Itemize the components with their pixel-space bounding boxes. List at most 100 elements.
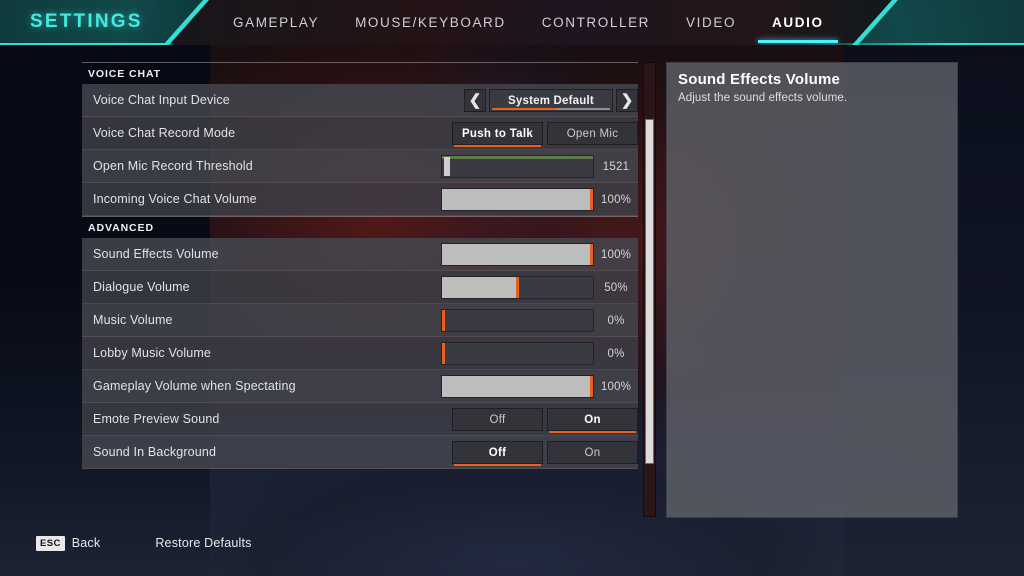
mic-level-meter	[442, 156, 593, 159]
tab-gameplay[interactable]: GAMEPLAY	[215, 0, 337, 45]
slider-track[interactable]	[441, 375, 594, 398]
slider-handle[interactable]	[442, 343, 445, 364]
section-title: ADVANCED	[88, 221, 154, 234]
info-description: Adjust the sound effects volume.	[678, 92, 848, 104]
section-header: VOICE CHAT	[82, 62, 638, 84]
tab-mouse-keyboard[interactable]: MOUSE/KEYBOARD	[337, 0, 524, 45]
volume-slider[interactable]: 100%	[441, 238, 638, 271]
setting-row[interactable]: Music Volume 0%	[82, 304, 638, 337]
slider-fill	[442, 277, 518, 298]
restore-defaults-button[interactable]: Restore Defaults	[155, 536, 251, 550]
setting-label: Incoming Voice Chat Volume	[93, 192, 257, 206]
setting-control: Push to Talk Open Mic	[452, 117, 638, 150]
setting-label: Sound Effects Volume	[93, 247, 219, 261]
setting-control: 100%	[441, 238, 638, 271]
footer-bar: ESC Back Restore Defaults	[0, 532, 1024, 554]
info-title: Sound Effects Volume	[678, 71, 841, 88]
setting-row[interactable]: Sound In Background Off On	[82, 436, 638, 469]
toggle-option[interactable]: Push to Talk	[452, 122, 543, 147]
section-header: ADVANCED	[82, 216, 638, 238]
setting-label: Sound In Background	[93, 445, 217, 459]
back-button[interactable]: ESC Back	[36, 535, 100, 551]
tab-video[interactable]: VIDEO	[668, 0, 754, 45]
slider-fill	[442, 376, 593, 397]
tab-label: VIDEO	[686, 15, 737, 30]
page-title: SETTINGS	[30, 11, 143, 32]
chevron-right-icon[interactable]: ❯	[616, 89, 638, 112]
scrollbar-thumb[interactable]	[645, 119, 654, 464]
toggle-option[interactable]: Off	[452, 408, 543, 431]
setting-row[interactable]: Sound Effects Volume 100%	[82, 238, 638, 271]
slider-value: 100%	[600, 193, 632, 206]
setting-label: Lobby Music Volume	[93, 346, 212, 360]
toggle-option[interactable]: On	[547, 408, 638, 433]
volume-slider[interactable]: 0%	[441, 304, 638, 337]
setting-control: Off On	[452, 403, 638, 436]
slider-track[interactable]	[441, 243, 594, 266]
slider-handle[interactable]	[516, 277, 519, 298]
volume-slider[interactable]: 50%	[441, 271, 638, 304]
tab-controller[interactable]: CONTROLLER	[524, 0, 668, 45]
tab-label: CONTROLLER	[541, 15, 651, 30]
volume-slider[interactable]: 100%	[441, 370, 638, 403]
slider-fill	[442, 189, 593, 210]
volume-slider[interactable]: 100%	[441, 183, 638, 216]
tab-label: GAMEPLAY	[233, 15, 320, 30]
tab-label: AUDIO	[772, 15, 824, 30]
threshold-slider[interactable]: 1521	[441, 150, 638, 183]
toggle-option[interactable]: Open Mic	[547, 122, 638, 145]
setting-row[interactable]: Dialogue Volume 50%	[82, 271, 638, 304]
chevron-left-icon[interactable]: ❮	[464, 89, 486, 112]
setting-control: ❮ System Default ❯	[464, 84, 638, 117]
threshold-value: 1521	[602, 160, 630, 173]
dropdown-underline-fill	[492, 108, 557, 110]
setting-row[interactable]: Voice Chat Record Mode Push to Talk Open M…	[82, 117, 638, 150]
dropdown-value[interactable]: System Default	[489, 89, 613, 112]
setting-row[interactable]: Voice Chat Input Device ❮ System Default ❯	[82, 84, 638, 117]
info-panel: Sound Effects Volume Adjust the sound ef…	[666, 62, 958, 518]
toggle-group: Push to Talk Open Mic	[452, 122, 638, 147]
settings-scrollbar[interactable]	[643, 62, 656, 517]
setting-control: 0%	[441, 304, 638, 337]
setting-row[interactable]: Gameplay Volume when Spectating 100%	[82, 370, 638, 403]
section-title: VOICE CHAT	[88, 67, 161, 80]
setting-label: Voice Chat Record Mode	[93, 126, 236, 140]
setting-label: Music Volume	[93, 313, 173, 327]
setting-control: Off On	[452, 436, 638, 469]
slider-handle[interactable]	[442, 310, 445, 331]
slider-track[interactable]	[441, 342, 594, 365]
esc-key-badge: ESC	[36, 535, 65, 551]
tab-audio[interactable]: AUDIO	[754, 0, 842, 45]
toggle-option[interactable]: Off	[452, 441, 543, 466]
tab-active-underline	[758, 40, 838, 43]
dropdown-underline	[492, 108, 610, 110]
threshold-track[interactable]	[441, 155, 594, 178]
setting-label: Voice Chat Input Device	[93, 93, 230, 107]
threshold-handle[interactable]	[444, 157, 450, 176]
setting-row[interactable]: Emote Preview Sound Off On	[82, 403, 638, 436]
volume-slider[interactable]: 0%	[441, 337, 638, 370]
toggle-group: Off On	[452, 408, 638, 433]
slider-handle[interactable]	[590, 376, 593, 397]
settings-list: VOICE CHAT Voice Chat Input Device ❮ System…	[82, 62, 638, 469]
setting-control: 100%	[441, 183, 638, 216]
header-bar: SETTINGS GAMEPLAY MOUSE/KEYBOARD CONTROLLE…	[0, 0, 1024, 45]
slider-track[interactable]	[441, 309, 594, 332]
setting-label: Gameplay Volume when Spectating	[93, 379, 296, 393]
setting-row[interactable]: Lobby Music Volume 0%	[82, 337, 638, 370]
slider-track[interactable]	[441, 188, 594, 211]
setting-row[interactable]: Incoming Voice Chat Volume 100%	[82, 183, 638, 216]
slider-handle[interactable]	[590, 189, 593, 210]
setting-control: 50%	[441, 271, 638, 304]
device-dropdown[interactable]: ❮ System Default ❯	[464, 89, 638, 112]
slider-track[interactable]	[441, 276, 594, 299]
setting-row[interactable]: Open Mic Record Threshold 1521	[82, 150, 638, 183]
setting-control: 100%	[441, 370, 638, 403]
slider-handle[interactable]	[590, 244, 593, 265]
slider-value: 100%	[600, 380, 632, 393]
slider-value: 50%	[604, 281, 628, 294]
toggle-option[interactable]: On	[547, 441, 638, 464]
dropdown-value-label: System Default	[508, 94, 594, 107]
setting-control: 0%	[441, 337, 638, 370]
setting-label: Emote Preview Sound	[93, 412, 220, 426]
